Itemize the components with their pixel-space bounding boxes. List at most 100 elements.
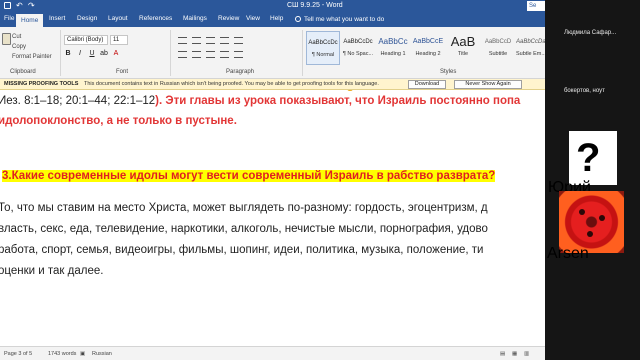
participant-tile-3[interactable]: ? bbox=[569, 131, 617, 185]
style-heading-2[interactable]: AaBbCcE Heading 2 bbox=[411, 31, 445, 65]
format-painter-button[interactable]: Format Painter bbox=[12, 54, 52, 60]
answer-line-4: оценки и так далее. bbox=[0, 265, 104, 277]
align-right-icon[interactable] bbox=[206, 51, 215, 58]
video-call-panel: Людмила Сафар... бокертов, ноут ? Юрий A… bbox=[545, 0, 640, 360]
download-button[interactable]: Download bbox=[408, 80, 446, 89]
unknown-avatar-icon: ? bbox=[576, 136, 601, 180]
tab-review[interactable]: Review bbox=[218, 15, 239, 22]
tab-mailings[interactable]: Mailings bbox=[183, 15, 207, 22]
cut-button[interactable]: Cut bbox=[12, 34, 21, 40]
video-detail bbox=[587, 231, 593, 237]
paragraph-group-label: Paragraph bbox=[226, 69, 255, 75]
tab-help[interactable]: Help bbox=[270, 15, 283, 22]
style-sample: AaBbCcDc bbox=[343, 39, 373, 45]
font-format-row: B I U ab A bbox=[64, 50, 120, 57]
word-count[interactable]: 1743 words bbox=[48, 351, 76, 357]
copy-button[interactable]: Copy bbox=[12, 44, 26, 50]
save-icon[interactable] bbox=[4, 2, 11, 9]
style-normal[interactable]: AaBbCcDc ¶ Normal bbox=[306, 31, 340, 65]
answer-line-1: То, что мы ставим на место Христа, может… bbox=[0, 202, 488, 214]
style-sample: AaBbCc bbox=[378, 37, 408, 46]
style-subtitle[interactable]: AaBbCcD Subtitle bbox=[481, 31, 515, 65]
font-color-icon[interactable]: A bbox=[112, 50, 120, 57]
word-window: СШ 9.9.25 - Word Se File Home Insert Des… bbox=[0, 0, 545, 360]
underline-icon[interactable]: U bbox=[88, 50, 96, 57]
ribbon-tabs: File Home Insert Design Layout Reference… bbox=[0, 13, 545, 27]
status-bar: Page 3 of 5 1743 words ▣ Russian ▤ ▦ ▥ bbox=[0, 346, 545, 360]
read-mode-icon[interactable]: ▤ bbox=[500, 351, 505, 357]
strikethrough-icon[interactable]: ab bbox=[100, 50, 108, 57]
font-size-select[interactable]: 11 bbox=[110, 35, 128, 45]
participant-tile-2[interactable]: бокертов, ноут bbox=[545, 62, 640, 122]
justify-icon[interactable] bbox=[220, 51, 229, 58]
doc-line-1: Иез. 8:1–18; 20:1–44; 22:1–12). Эти глав… bbox=[0, 95, 520, 107]
document-page[interactable]: ☝ Иез. 8:1–18; 20:1–44; 22:1–12). Эти гл… bbox=[0, 90, 545, 346]
proofing-message-bar: MISSING PROOFING TOOLS This document con… bbox=[0, 79, 545, 90]
print-layout-icon[interactable]: ▦ bbox=[512, 351, 517, 357]
mouse-cursor-icon: ☝ bbox=[344, 90, 356, 92]
doc-line-2: идолопоклонство, а не только в пустыне. bbox=[0, 115, 237, 127]
participant-name: Arsen bbox=[547, 245, 589, 262]
group-divider bbox=[170, 30, 171, 76]
tab-references[interactable]: References bbox=[139, 15, 172, 22]
align-center-icon[interactable] bbox=[192, 51, 201, 58]
line-spacing-icon[interactable] bbox=[234, 51, 243, 58]
scripture-reference: Иез. 8:1–18; 20:1–44; 22:1–12 bbox=[0, 95, 156, 107]
group-divider bbox=[302, 30, 303, 76]
style-sample: AaBbCcE bbox=[412, 38, 444, 45]
tab-home[interactable]: Home bbox=[16, 14, 44, 27]
tab-file[interactable]: File bbox=[4, 15, 14, 22]
style-sample: AaBbCcDa bbox=[516, 39, 545, 45]
tab-view[interactable]: View bbox=[246, 15, 260, 22]
undo-icon[interactable] bbox=[16, 2, 23, 9]
video-detail bbox=[579, 209, 585, 215]
participant-tile-1[interactable]: Людмила Сафар... bbox=[545, 0, 640, 60]
tab-insert[interactable]: Insert bbox=[49, 15, 65, 22]
lightbulb-icon bbox=[295, 16, 301, 22]
italic-icon[interactable]: I bbox=[76, 50, 84, 57]
language-indicator[interactable]: Russian bbox=[92, 351, 112, 357]
style-name: Heading 2 bbox=[415, 51, 441, 57]
video-detail bbox=[599, 215, 605, 221]
numbering-icon[interactable] bbox=[192, 37, 201, 44]
align-left-icon[interactable] bbox=[178, 51, 187, 58]
tab-layout[interactable]: Layout bbox=[108, 15, 128, 22]
style-sample: AaB bbox=[450, 34, 476, 49]
bullets-icon[interactable] bbox=[178, 37, 187, 44]
style-title[interactable]: AaB Title bbox=[446, 31, 480, 65]
tab-design[interactable]: Design bbox=[77, 15, 97, 22]
screen: СШ 9.9.25 - Word Se File Home Insert Des… bbox=[0, 0, 640, 360]
paste-icon[interactable] bbox=[2, 33, 11, 45]
style-sample: AaBbCcD bbox=[484, 39, 512, 45]
style-no-spacing[interactable]: AaBbCcDc ¶ No Spac... bbox=[341, 31, 375, 65]
document-title: СШ 9.9.25 - Word bbox=[287, 2, 343, 9]
clipboard-group-label: Clipboard bbox=[10, 69, 36, 75]
increase-indent-icon[interactable] bbox=[234, 37, 243, 44]
sign-in-button[interactable]: Se bbox=[527, 1, 545, 11]
answer-line-3: работа, спорт, семья, видеоигры, фильмы,… bbox=[0, 244, 484, 256]
message-title: MISSING PROOFING TOOLS bbox=[4, 81, 79, 87]
proofing-icon[interactable]: ▣ bbox=[80, 351, 85, 357]
style-subtle-emphasis[interactable]: AaBbCcDa Subtle Em... bbox=[516, 31, 545, 65]
bold-icon[interactable]: B bbox=[64, 50, 72, 57]
tell-me-search[interactable]: Tell me what you want to do bbox=[295, 16, 384, 23]
style-name: Subtitle bbox=[488, 51, 508, 57]
decrease-indent-icon[interactable] bbox=[220, 37, 229, 44]
ribbon: Cut Copy Format Painter Clipboard Calibr… bbox=[0, 27, 545, 79]
redo-icon[interactable] bbox=[28, 2, 35, 9]
style-heading-1[interactable]: AaBbCc Heading 1 bbox=[376, 31, 410, 65]
web-layout-icon[interactable]: ▥ bbox=[524, 351, 529, 357]
doc-line-1-text: ). Эти главы из урока показывают, что Из… bbox=[155, 95, 521, 107]
font-group-label: Font bbox=[116, 69, 129, 75]
paragraph-row-2 bbox=[178, 51, 243, 58]
style-name: Heading 1 bbox=[380, 51, 406, 57]
page-counter[interactable]: Page 3 of 5 bbox=[4, 351, 32, 357]
participant-video-tile-4[interactable] bbox=[559, 191, 624, 253]
multilevel-list-icon[interactable] bbox=[206, 37, 215, 44]
font-family-select[interactable]: Calibri (Body) bbox=[64, 35, 108, 45]
group-divider bbox=[60, 30, 61, 76]
styles-group-label: Styles bbox=[440, 69, 457, 75]
tell-me-label: Tell me what you want to do bbox=[304, 16, 385, 23]
never-show-again-button[interactable]: Never Show Again bbox=[454, 80, 522, 89]
participant-name: Людмила Сафар... bbox=[564, 30, 617, 36]
